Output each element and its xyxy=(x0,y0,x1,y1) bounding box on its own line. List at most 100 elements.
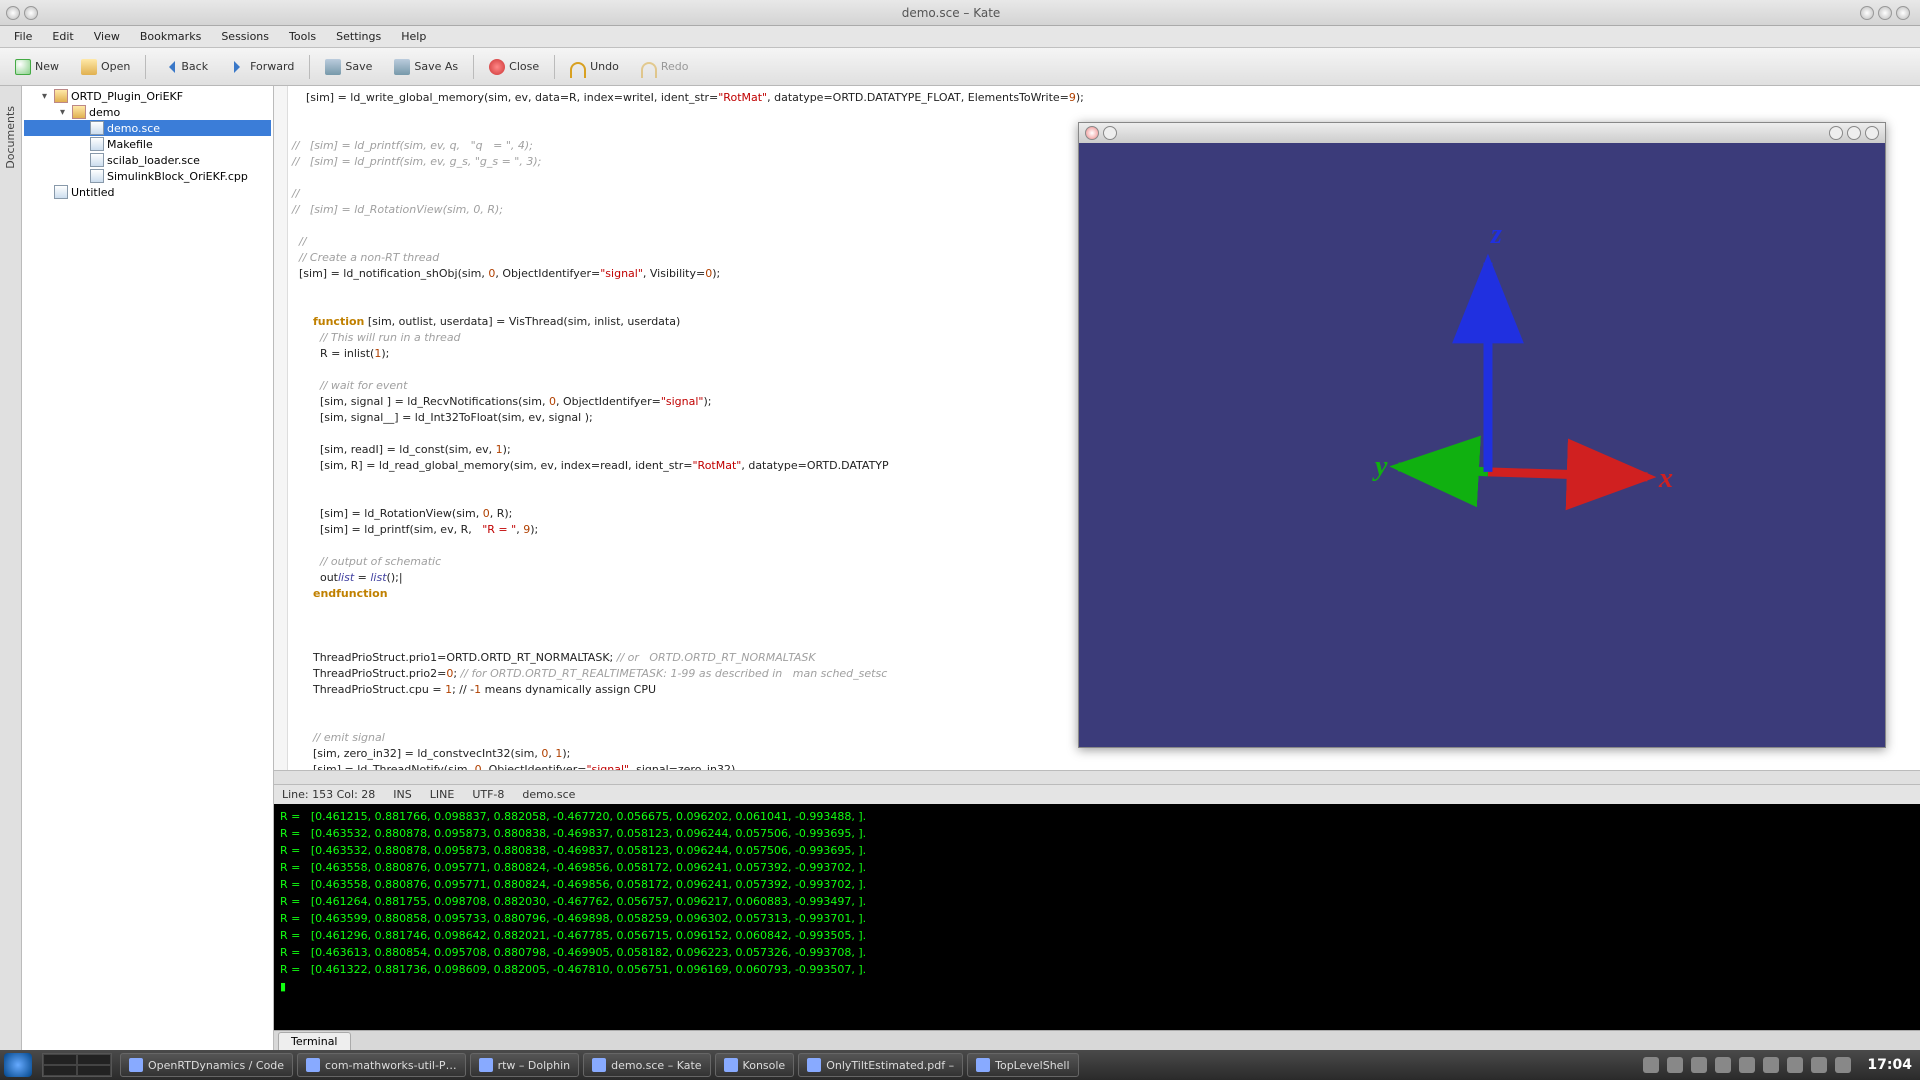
rotation-view-titlebar[interactable] xyxy=(1079,123,1885,143)
z-axis-label: z xyxy=(1491,219,1502,251)
open-button[interactable]: Open xyxy=(72,54,139,80)
file-icon xyxy=(90,137,104,151)
tree-item[interactable]: ▾demo xyxy=(24,104,271,120)
tree-item-label: SimulinkBlock_OriEKF.cpp xyxy=(107,170,248,183)
terminal-line: R = [0.463532, 0.880878, 0.095873, 0.880… xyxy=(280,825,1914,842)
menu-file[interactable]: File xyxy=(4,28,42,45)
save-icon xyxy=(325,59,341,75)
code-line: [sim, zero_in32] = ld_constvecInt32(sim,… xyxy=(292,746,1920,762)
rotation-view-window[interactable]: x y z xyxy=(1078,122,1886,748)
new-button[interactable]: New xyxy=(6,54,68,80)
rotation-view-pin-button[interactable] xyxy=(1103,126,1117,140)
status-insert-mode[interactable]: INS xyxy=(393,788,411,801)
taskbar-entry[interactable]: OpenRTDynamics / Code xyxy=(120,1053,293,1077)
menu-help[interactable]: Help xyxy=(391,28,436,45)
close-button[interactable]: Close xyxy=(480,54,548,80)
rotation-view-min-button[interactable] xyxy=(1829,126,1843,140)
menu-view[interactable]: View xyxy=(84,28,130,45)
tree-item[interactable]: demo.sce xyxy=(24,120,271,136)
window-close-button[interactable] xyxy=(1896,6,1910,20)
file-icon xyxy=(90,169,104,183)
x-axis xyxy=(1488,472,1647,477)
taskbar-entry[interactable]: demo.sce – Kate xyxy=(583,1053,710,1077)
taskbar-entry[interactable]: rtw – Dolphin xyxy=(470,1053,580,1077)
tray-icon[interactable] xyxy=(1787,1057,1803,1073)
undo-button[interactable]: Undo xyxy=(561,54,628,80)
forward-button[interactable]: Forward xyxy=(221,54,303,80)
menu-tools[interactable]: Tools xyxy=(279,28,326,45)
saveas-button[interactable]: Save As xyxy=(385,54,467,80)
status-encoding[interactable]: UTF-8 xyxy=(472,788,504,801)
tray-icon[interactable] xyxy=(1715,1057,1731,1073)
terminal-tab[interactable]: Terminal xyxy=(278,1032,351,1050)
taskbar-entry[interactable]: TopLevelShell xyxy=(967,1053,1078,1077)
document-tree[interactable]: ▾ORTD_Plugin_OriEKF▾demo demo.sceMakefile… xyxy=(22,86,274,1050)
tree-item[interactable]: SimulinkBlock_OriEKF.cpp xyxy=(24,168,271,184)
status-position: Line: 153 Col: 28 xyxy=(282,788,375,801)
menu-edit[interactable]: Edit xyxy=(42,28,83,45)
rotation-view-x-button[interactable] xyxy=(1865,126,1879,140)
fold-gutter[interactable] xyxy=(274,86,288,770)
taskbar-entry[interactable]: OnlyTiltEstimated.pdf – xyxy=(798,1053,963,1077)
terminal-line: R = [0.461322, 0.881736, 0.098609, 0.882… xyxy=(280,961,1914,978)
terminal-output[interactable]: R = [0.461215, 0.881766, 0.098837, 0.882… xyxy=(274,804,1920,1030)
taskbar-clock[interactable]: 17:04 xyxy=(1867,1057,1912,1073)
tree-item-label: ORTD_Plugin_OriEKF xyxy=(71,90,183,103)
menu-sessions[interactable]: Sessions xyxy=(211,28,279,45)
window-title: demo.sce – Kate xyxy=(902,6,1001,20)
kde-taskbar: OpenRTDynamics / Codecom-mathworks-util-… xyxy=(0,1050,1920,1080)
app-icon xyxy=(976,1058,990,1072)
tray-icon[interactable] xyxy=(1691,1057,1707,1073)
back-icon xyxy=(161,59,177,75)
status-line-mode[interactable]: LINE xyxy=(430,788,455,801)
rotation-view-canvas[interactable]: x y z xyxy=(1079,143,1885,747)
menu-settings[interactable]: Settings xyxy=(326,28,391,45)
terminal-line: R = [0.463599, 0.880858, 0.095733, 0.880… xyxy=(280,910,1914,927)
tree-item[interactable]: Untitled xyxy=(24,184,271,200)
tree-item[interactable]: scilab_loader.sce xyxy=(24,152,271,168)
tray-icon[interactable] xyxy=(1835,1057,1851,1073)
terminal-line: R = [0.463558, 0.880876, 0.095771, 0.880… xyxy=(280,876,1914,893)
window-menu-button[interactable] xyxy=(6,6,20,20)
tray-icon[interactable] xyxy=(1739,1057,1755,1073)
sidebar-tab-documents[interactable]: Documents xyxy=(0,86,22,1050)
menubar: File Edit View Bookmarks Sessions Tools … xyxy=(0,26,1920,48)
editor-hscrollbar[interactable] xyxy=(274,770,1920,784)
open-icon xyxy=(81,59,97,75)
tree-item[interactable]: ▾ORTD_Plugin_OriEKF xyxy=(24,88,271,104)
editor-statusbar: Line: 153 Col: 28 INS LINE UTF-8 demo.sc… xyxy=(274,784,1920,804)
redo-button[interactable]: Redo xyxy=(632,54,698,80)
window-maximize-button[interactable] xyxy=(1878,6,1892,20)
tray-icon[interactable] xyxy=(1643,1057,1659,1073)
saveas-icon xyxy=(394,59,410,75)
forward-icon xyxy=(230,59,246,75)
taskbar-entry[interactable]: com-mathworks-util-P… xyxy=(297,1053,466,1077)
app-icon xyxy=(306,1058,320,1072)
menu-bookmarks[interactable]: Bookmarks xyxy=(130,28,211,45)
file-icon xyxy=(90,153,104,167)
app-icon xyxy=(724,1058,738,1072)
rotation-view-max-button[interactable] xyxy=(1847,126,1861,140)
window-minimize-button[interactable] xyxy=(1860,6,1874,20)
folder-icon xyxy=(72,105,86,119)
terminal-line: R = [0.461264, 0.881755, 0.098708, 0.882… xyxy=(280,893,1914,910)
tray-icon[interactable] xyxy=(1667,1057,1683,1073)
system-tray: 17:04 xyxy=(1635,1057,1920,1073)
tray-icon[interactable] xyxy=(1811,1057,1827,1073)
rotation-view-close-button[interactable] xyxy=(1085,126,1099,140)
toolbar: New Open Back Forward Save Save As Close… xyxy=(0,48,1920,86)
save-button[interactable]: Save xyxy=(316,54,381,80)
kickoff-launcher[interactable] xyxy=(4,1053,32,1077)
terminal-line: R = [0.463613, 0.880854, 0.095708, 0.880… xyxy=(280,944,1914,961)
status-filename: demo.sce xyxy=(522,788,575,801)
taskbar-entry[interactable]: Konsole xyxy=(715,1053,795,1077)
tree-item[interactable]: Makefile xyxy=(24,136,271,152)
terminal-line: R = [0.461215, 0.881766, 0.098837, 0.882… xyxy=(280,808,1914,825)
tree-item-label: demo.sce xyxy=(107,122,160,135)
tray-icon[interactable] xyxy=(1763,1057,1779,1073)
back-button[interactable]: Back xyxy=(152,54,217,80)
undo-icon xyxy=(570,62,586,78)
desktop-pager[interactable] xyxy=(42,1053,112,1077)
window-pin-button[interactable] xyxy=(24,6,38,20)
axes-svg xyxy=(1079,143,1885,747)
